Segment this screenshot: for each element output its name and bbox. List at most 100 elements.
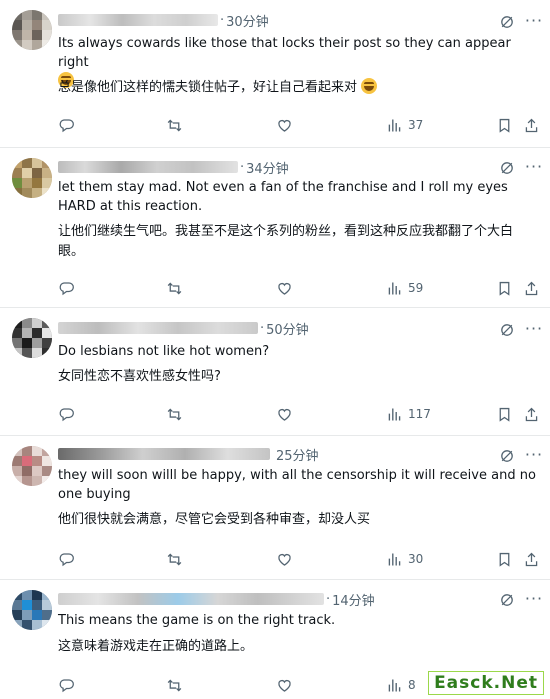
views-icon <box>388 408 401 420</box>
dot-separator: · <box>326 591 331 607</box>
repost-icon <box>167 552 182 566</box>
tweet-reply[interactable]: · 34分钟 ··· let them stay mad. Not even a… <box>0 148 550 308</box>
more-icon[interactable]: ··· <box>524 10 544 30</box>
grinning-squinting-emoji <box>361 78 378 94</box>
share-icon <box>525 552 538 566</box>
bookmark-icon <box>499 118 510 133</box>
post-time[interactable]: 14分钟 <box>332 590 375 609</box>
views-count: 8 <box>408 678 416 692</box>
post-text-chinese: 总是像他们这样的懦夫锁住帖子，好让自己看起来对 <box>58 78 536 98</box>
more-icon[interactable]: ··· <box>524 318 544 338</box>
repost-button[interactable] <box>166 115 183 135</box>
reply-button[interactable] <box>58 278 75 298</box>
post-text-chinese: 这意味着游戏走在正确的道路上。 <box>58 639 254 654</box>
avatar[interactable] <box>12 158 52 198</box>
reply-button[interactable] <box>58 404 75 424</box>
repost-button[interactable] <box>166 549 183 569</box>
post-time[interactable]: 34分钟 <box>246 158 289 177</box>
post-text-english: let them stay mad. Not even a fan of the… <box>58 180 508 214</box>
dot-separator: · <box>220 12 225 28</box>
reply-button[interactable] <box>58 549 75 569</box>
share-icon <box>525 118 538 132</box>
blurred-username <box>58 593 324 605</box>
share-icon <box>525 281 538 295</box>
views-count: 30 <box>408 552 424 566</box>
repost-button[interactable] <box>166 675 183 695</box>
tweet-reply[interactable]: 25分钟 ··· they will soon willl be happy, … <box>0 436 550 580</box>
avatar[interactable] <box>12 318 52 358</box>
like-button[interactable] <box>276 675 293 695</box>
views-icon <box>388 553 401 565</box>
reply-icon <box>59 407 74 421</box>
dot-separator: · <box>240 159 245 175</box>
action-bar: 30 <box>58 549 538 569</box>
blurred-username <box>58 14 218 26</box>
views-count: 37 <box>408 118 424 132</box>
repost-button[interactable] <box>166 404 183 424</box>
views-button[interactable]: 59 <box>386 278 423 298</box>
blurred-username <box>58 448 270 460</box>
post-text-chinese: 让他们继续生气吧。我甚至不是这个系列的粉丝，看到这种反应我都翻了个大白眼。 <box>58 224 514 259</box>
like-button[interactable] <box>276 404 293 424</box>
more-icon[interactable]: ··· <box>524 444 544 464</box>
repost-icon <box>167 118 182 132</box>
post-text-chinese: 他们很快就会满意，尽管它会受到各种审查，却没人买 <box>58 512 371 527</box>
heart-icon <box>278 408 291 421</box>
post-header: · 30分钟 <box>58 11 269 30</box>
like-button[interactable] <box>276 278 293 298</box>
grok-icon[interactable] <box>497 320 517 340</box>
share-icon <box>525 407 538 421</box>
post-text-chinese: 女同性恋不喜欢性感女性吗? <box>58 369 221 384</box>
watermark-logo: Easck.Net <box>428 671 544 695</box>
grok-icon[interactable] <box>497 590 517 610</box>
post-time[interactable]: 50分钟 <box>266 319 309 338</box>
bookmark-button[interactable] <box>496 404 513 424</box>
post-time[interactable]: 30分钟 <box>226 11 269 30</box>
repost-icon <box>167 407 182 421</box>
heart-icon <box>278 119 291 132</box>
views-button[interactable]: 30 <box>386 549 423 569</box>
repost-button[interactable] <box>166 278 183 298</box>
grok-icon[interactable] <box>497 158 517 178</box>
dot-separator: · <box>260 320 265 336</box>
reply-icon <box>59 678 74 692</box>
tweet-reply[interactable]: · 50分钟 ··· Do lesbians not like hot wome… <box>0 308 550 436</box>
tweet-reply[interactable]: · 30分钟 ··· Its always cowards like those… <box>0 0 550 148</box>
repost-icon <box>167 678 182 692</box>
grok-icon[interactable] <box>497 12 517 32</box>
blurred-username <box>58 322 258 334</box>
avatar[interactable] <box>12 446 52 486</box>
share-button[interactable] <box>523 404 540 424</box>
bookmark-button[interactable] <box>496 115 513 135</box>
reply-button[interactable] <box>58 675 75 695</box>
reply-icon <box>59 552 74 566</box>
heart-icon <box>278 679 291 692</box>
views-button[interactable]: 8 <box>386 675 416 695</box>
post-time[interactable]: 25分钟 <box>276 445 319 464</box>
post-header: · 50分钟 <box>58 319 309 338</box>
reply-button[interactable] <box>58 115 75 135</box>
more-icon[interactable]: ··· <box>524 156 544 176</box>
grok-icon[interactable] <box>497 446 517 466</box>
views-button[interactable]: 117 <box>386 404 431 424</box>
bookmark-button[interactable] <box>496 549 513 569</box>
like-button[interactable] <box>276 115 293 135</box>
share-button[interactable] <box>523 115 540 135</box>
views-icon <box>388 119 401 131</box>
post-text-english: This means the game is on the right trac… <box>58 613 336 628</box>
avatar[interactable] <box>12 590 52 630</box>
views-button[interactable]: 37 <box>386 115 423 135</box>
post-header: 25分钟 <box>58 445 319 464</box>
more-icon[interactable]: ··· <box>524 588 544 608</box>
action-bar: 117 <box>58 404 538 424</box>
avatar[interactable] <box>12 10 52 50</box>
share-button[interactable] <box>523 278 540 298</box>
post-header: · 14分钟 <box>58 590 375 609</box>
share-button[interactable] <box>523 549 540 569</box>
bookmark-button[interactable] <box>496 278 513 298</box>
like-button[interactable] <box>276 549 293 569</box>
action-bar: 37 <box>58 115 538 135</box>
bookmark-icon <box>499 407 510 422</box>
views-icon <box>388 679 401 691</box>
views-count: 59 <box>408 281 424 295</box>
